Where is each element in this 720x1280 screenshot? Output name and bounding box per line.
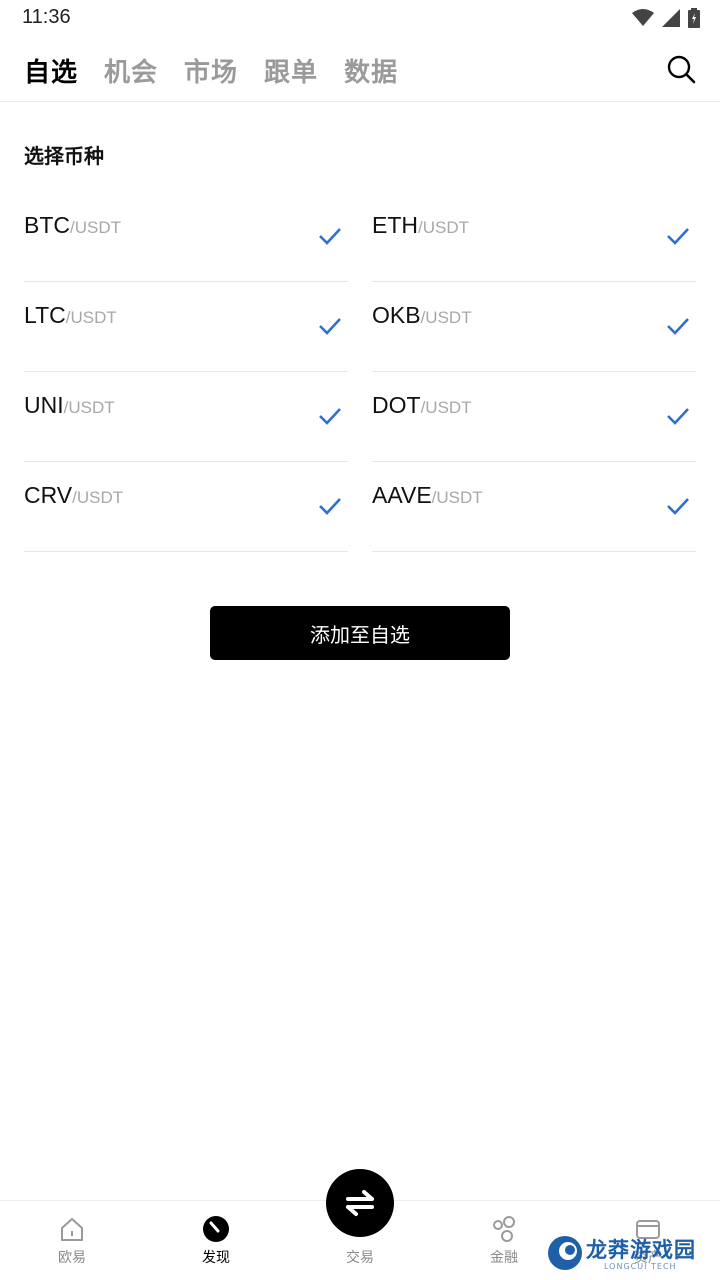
coin-item-crv[interactable]: CRV/USDT [24,462,348,552]
status-icons [632,8,700,28]
nav-item-discover[interactable]: 发现 [171,1215,261,1267]
coin-quote: /USDT [420,398,472,417]
checkmark-icon[interactable] [318,226,342,246]
coin-base: DOT [372,392,421,418]
watermark: 龙莽游戏园 LONGCUI TECH [546,1232,716,1276]
watermark-text: 龙莽游戏园 [586,1238,696,1262]
tab-bar: 自选 机会 市场 跟单 数据 [24,52,398,89]
finance-icon [493,1216,515,1242]
checkmark-icon[interactable] [318,406,342,426]
section-title: 选择币种 [24,144,104,168]
coin-grid: BTC/USDT ETH/USDT LTC/USDT OKB/USDT UNI/… [24,192,696,552]
checkmark-icon[interactable] [666,226,690,246]
tab-watchlist[interactable]: 自选 [24,52,78,89]
trade-button[interactable] [326,1169,394,1237]
coin-quote: /USDT [431,488,483,507]
coin-item-okb[interactable]: OKB/USDT [372,282,696,372]
home-icon [61,1218,83,1241]
nav-item-okx[interactable]: 欧易 [27,1215,117,1267]
search-icon[interactable] [666,54,696,84]
top-navigation: 自选 机会 市场 跟单 数据 [0,44,720,102]
coin-base: AAVE [372,482,432,508]
nav-label: 发现 [202,1250,230,1266]
nav-label: 金融 [490,1250,518,1266]
watermark-logo-icon [548,1236,582,1270]
coin-item-btc[interactable]: BTC/USDT [24,192,348,282]
coin-base: BTC [24,212,70,238]
coin-item-uni[interactable]: UNI/USDT [24,372,348,462]
coin-base: ETH [372,212,418,238]
checkmark-icon[interactable] [666,406,690,426]
coin-item-dot[interactable]: DOT/USDT [372,372,696,462]
coin-quote: /USDT [63,398,115,417]
coin-item-ltc[interactable]: LTC/USDT [24,282,348,372]
coin-base: CRV [24,482,73,508]
coin-base: LTC [24,302,66,328]
status-time: 11:36 [22,6,71,28]
signal-icon [662,9,680,27]
status-bar: 11:36 [0,0,720,36]
battery-icon [688,8,700,28]
add-to-watchlist-button[interactable]: 添加至自选 [210,606,510,660]
checkmark-icon[interactable] [666,316,690,336]
nav-item-finance[interactable]: 金融 [459,1215,549,1267]
trade-swap-icon [346,1190,374,1216]
tab-opportunities[interactable]: 机会 [104,52,158,89]
coin-quote: /USDT [72,488,124,507]
coin-base: OKB [372,302,421,328]
tab-data[interactable]: 数据 [344,52,398,89]
coin-quote: /USDT [418,218,469,237]
checkmark-icon[interactable] [318,496,342,516]
watermark-subtext: LONGCUI TECH [604,1262,677,1271]
checkmark-icon[interactable] [666,496,690,516]
wifi-icon [632,9,654,26]
coin-item-eth[interactable]: ETH/USDT [372,192,696,282]
discover-icon [203,1216,229,1242]
coin-quote: /USDT [420,308,472,327]
coin-quote: /USDT [70,218,121,237]
coin-item-aave[interactable]: AAVE/USDT [372,462,696,552]
coin-quote: /USDT [65,308,117,327]
coin-base: UNI [24,392,64,418]
tab-market[interactable]: 市场 [184,52,238,89]
tab-copy-trading[interactable]: 跟单 [264,52,318,89]
checkmark-icon[interactable] [318,316,342,336]
nav-label-trade: 交易 [346,1250,374,1266]
nav-label: 欧易 [58,1250,86,1266]
